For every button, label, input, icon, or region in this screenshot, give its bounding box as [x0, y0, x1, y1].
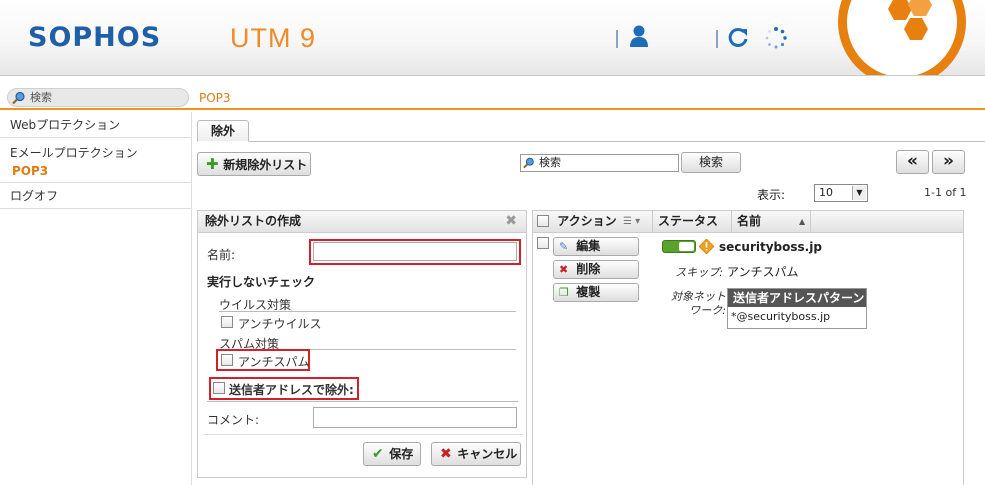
- divider: [207, 401, 518, 402]
- breadcrumb: POP3: [199, 91, 231, 105]
- sidebar-item-email-protection[interactable]: Eメールプロテクション: [10, 144, 181, 162]
- delete-label: 削除: [576, 262, 601, 276]
- target-network-key-line2: ワーク:: [689, 304, 726, 317]
- display-count-label: 表示:: [757, 188, 786, 202]
- loading-icon: [765, 27, 787, 49]
- checkmark-icon: ✔: [372, 446, 384, 462]
- display-count-select[interactable]: 10 ▼: [814, 184, 868, 202]
- cancel-button[interactable]: ✖ キャンセル: [431, 442, 521, 466]
- save-label: 保存: [389, 447, 414, 461]
- previous-page-button[interactable]: «: [896, 150, 929, 174]
- edit-label: 編集: [576, 239, 601, 253]
- sidebar-item-logoff[interactable]: ログオフ: [0, 183, 191, 209]
- header-separator: [716, 30, 718, 48]
- sidebar-item-web-protection[interactable]: Webプロテクション: [0, 112, 191, 138]
- column-menu-icon[interactable]: ☰ ▾: [623, 211, 640, 232]
- row-select-checkbox[interactable]: [537, 237, 549, 249]
- user-icon[interactable]: [628, 24, 650, 48]
- select-all-checkbox[interactable]: [537, 215, 549, 227]
- name-input[interactable]: [313, 242, 517, 261]
- sidebar-item-pop3[interactable]: POP3: [10, 162, 181, 180]
- top-bar: 検索 POP3: [0, 86, 985, 110]
- honeycomb-icon: [888, 0, 932, 40]
- comment-input[interactable]: [313, 407, 517, 428]
- column-header-actions[interactable]: アクション ☰ ▾: [533, 211, 653, 232]
- column-actions-label: アクション: [557, 214, 617, 228]
- antispam-label: アンチスパム: [238, 355, 310, 369]
- status-toggle[interactable]: [662, 240, 696, 253]
- skip-value: アンチスパム: [727, 265, 799, 279]
- product-name: UTM 9: [230, 23, 316, 53]
- page-count: 1-1 of 1: [924, 186, 967, 199]
- column-header-name[interactable]: 名前 ▲: [733, 211, 811, 232]
- sender-pattern-value: *@securityboss.jp: [731, 310, 831, 323]
- divider: [203, 434, 523, 435]
- panel-title: 除外リストの作成: [205, 214, 302, 228]
- clone-button[interactable]: ❐ 複製: [553, 283, 639, 302]
- search-icon: [12, 91, 25, 105]
- app-header: SOPHOS UTM 9: [0, 0, 985, 76]
- info-icon[interactable]: [699, 239, 714, 254]
- refresh-icon[interactable]: [727, 26, 749, 48]
- sidebar-group-email-protection: Eメールプロテクション POP3: [0, 138, 191, 183]
- sender-pattern-header: 送信者アドレスパターン: [728, 289, 866, 307]
- antivirus-label: アンチウイルス: [238, 317, 322, 331]
- display-count-value: 10: [819, 186, 833, 199]
- close-icon: ✖: [440, 446, 452, 462]
- antivirus-checkbox[interactable]: [221, 316, 233, 328]
- sender-address-exclude-label: 送信者アドレスで除外:: [229, 383, 354, 397]
- column-header-status[interactable]: ステータス: [654, 211, 732, 232]
- search-icon: [523, 157, 534, 169]
- chevron-down-icon: ▼: [852, 186, 866, 200]
- sidebar: Webプロテクション Eメールプロテクション POP3 ログオフ: [0, 112, 192, 485]
- sophos-logo: SOPHOS: [28, 22, 162, 53]
- sender-address-exclude-checkbox[interactable]: [213, 382, 225, 394]
- comment-label: コメント:: [207, 413, 260, 427]
- delete-button[interactable]: ✖ 削除: [553, 260, 639, 279]
- panel-header: 除外リストの作成 ✖: [198, 211, 526, 233]
- new-exception-list-label: 新規除外リスト: [223, 158, 308, 172]
- delete-icon: ✖: [559, 263, 569, 276]
- clone-label: 複製: [576, 285, 601, 299]
- tab-exclusions[interactable]: 除外: [197, 120, 249, 142]
- name-label: 名前:: [207, 248, 236, 262]
- antispam-checkbox[interactable]: [221, 354, 233, 366]
- sender-pattern-box: 送信者アドレスパターン *@securityboss.jp: [727, 288, 867, 329]
- list-search-input[interactable]: 検索: [520, 154, 679, 172]
- close-icon[interactable]: ✖: [505, 211, 517, 232]
- search-button[interactable]: 検索: [681, 152, 741, 173]
- column-name-label: 名前: [737, 214, 762, 228]
- plus-icon: ✚: [206, 155, 219, 173]
- sidebar-search-input[interactable]: 検索: [7, 88, 189, 107]
- edit-icon: ✎: [559, 240, 569, 253]
- tab-bar: 除外: [197, 120, 985, 142]
- clone-icon: ❐: [559, 286, 569, 299]
- entry-name[interactable]: securityboss.jp: [719, 240, 822, 254]
- skip-checks-title: 実行しないチェック: [207, 275, 316, 289]
- sort-ascending-icon: ▲: [799, 217, 806, 226]
- new-exception-list-button[interactable]: ✚ 新規除外リスト: [197, 152, 311, 176]
- divider: [219, 311, 516, 312]
- cancel-label: キャンセル: [457, 447, 518, 461]
- table-header: アクション ☰ ▾ ステータス 名前 ▲: [533, 211, 963, 233]
- edit-button[interactable]: ✎ 編集: [553, 237, 639, 256]
- skip-key: スキップ:: [675, 266, 723, 279]
- header-separator: [616, 30, 618, 48]
- save-button[interactable]: ✔ 保存: [363, 442, 421, 466]
- next-page-button[interactable]: »: [932, 150, 965, 174]
